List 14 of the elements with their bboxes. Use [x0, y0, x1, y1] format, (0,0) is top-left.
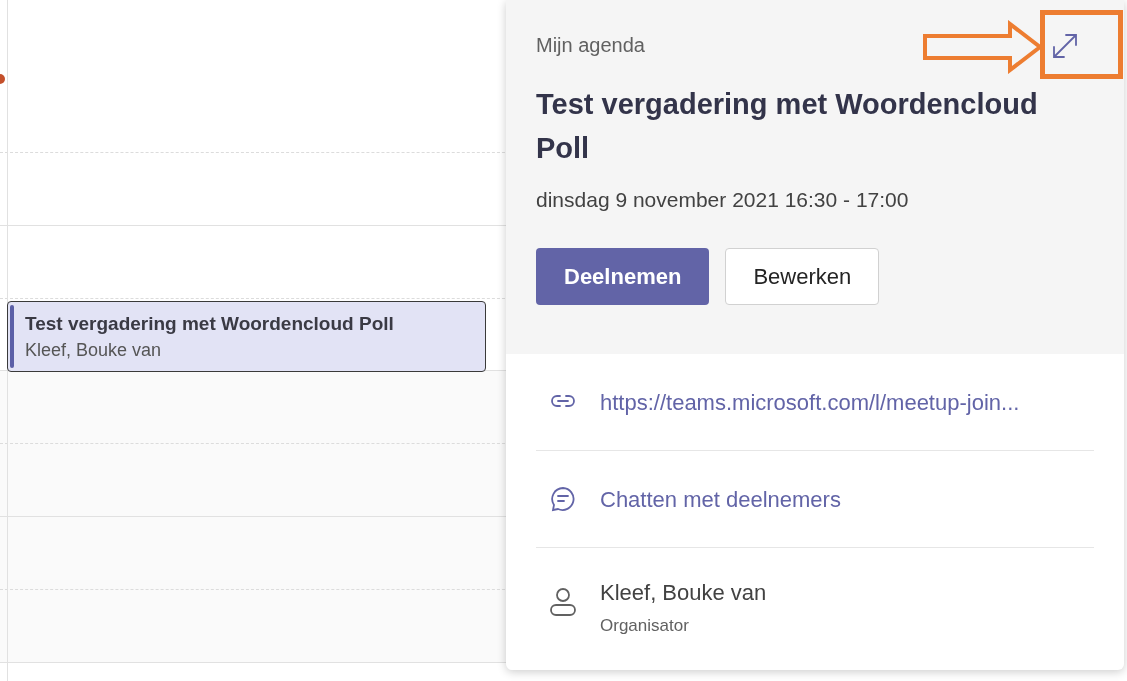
chat-link[interactable]: Chatten met deelnemers: [600, 482, 841, 516]
expand-icon[interactable]: [1051, 32, 1079, 60]
person-icon: [548, 586, 578, 618]
meeting-link[interactable]: https://teams.microsoft.com/l/meetup-join...: [600, 385, 1020, 419]
edit-button[interactable]: Bewerken: [725, 247, 880, 305]
calendar-event[interactable]: Test vergadering met Woordencloud Poll Kleef, Bouke van: [7, 301, 486, 372]
meeting-title: Test vergadering met Woordencloud Poll: [536, 87, 1039, 166]
organizer-name: Kleef, Bouke van: [600, 579, 767, 607]
join-button[interactable]: Deelnemen: [536, 247, 710, 305]
event-organizer: Kleef, Bouke van: [25, 338, 163, 362]
meeting-datetime: dinsdag 9 november 2021 16:30 - 17:00: [536, 187, 910, 213]
event-title: Test vergadering met Woordencloud Poll: [25, 311, 395, 336]
calendar-name: Mijn agenda: [536, 33, 645, 58]
organizer-role: Organisator: [600, 615, 690, 637]
